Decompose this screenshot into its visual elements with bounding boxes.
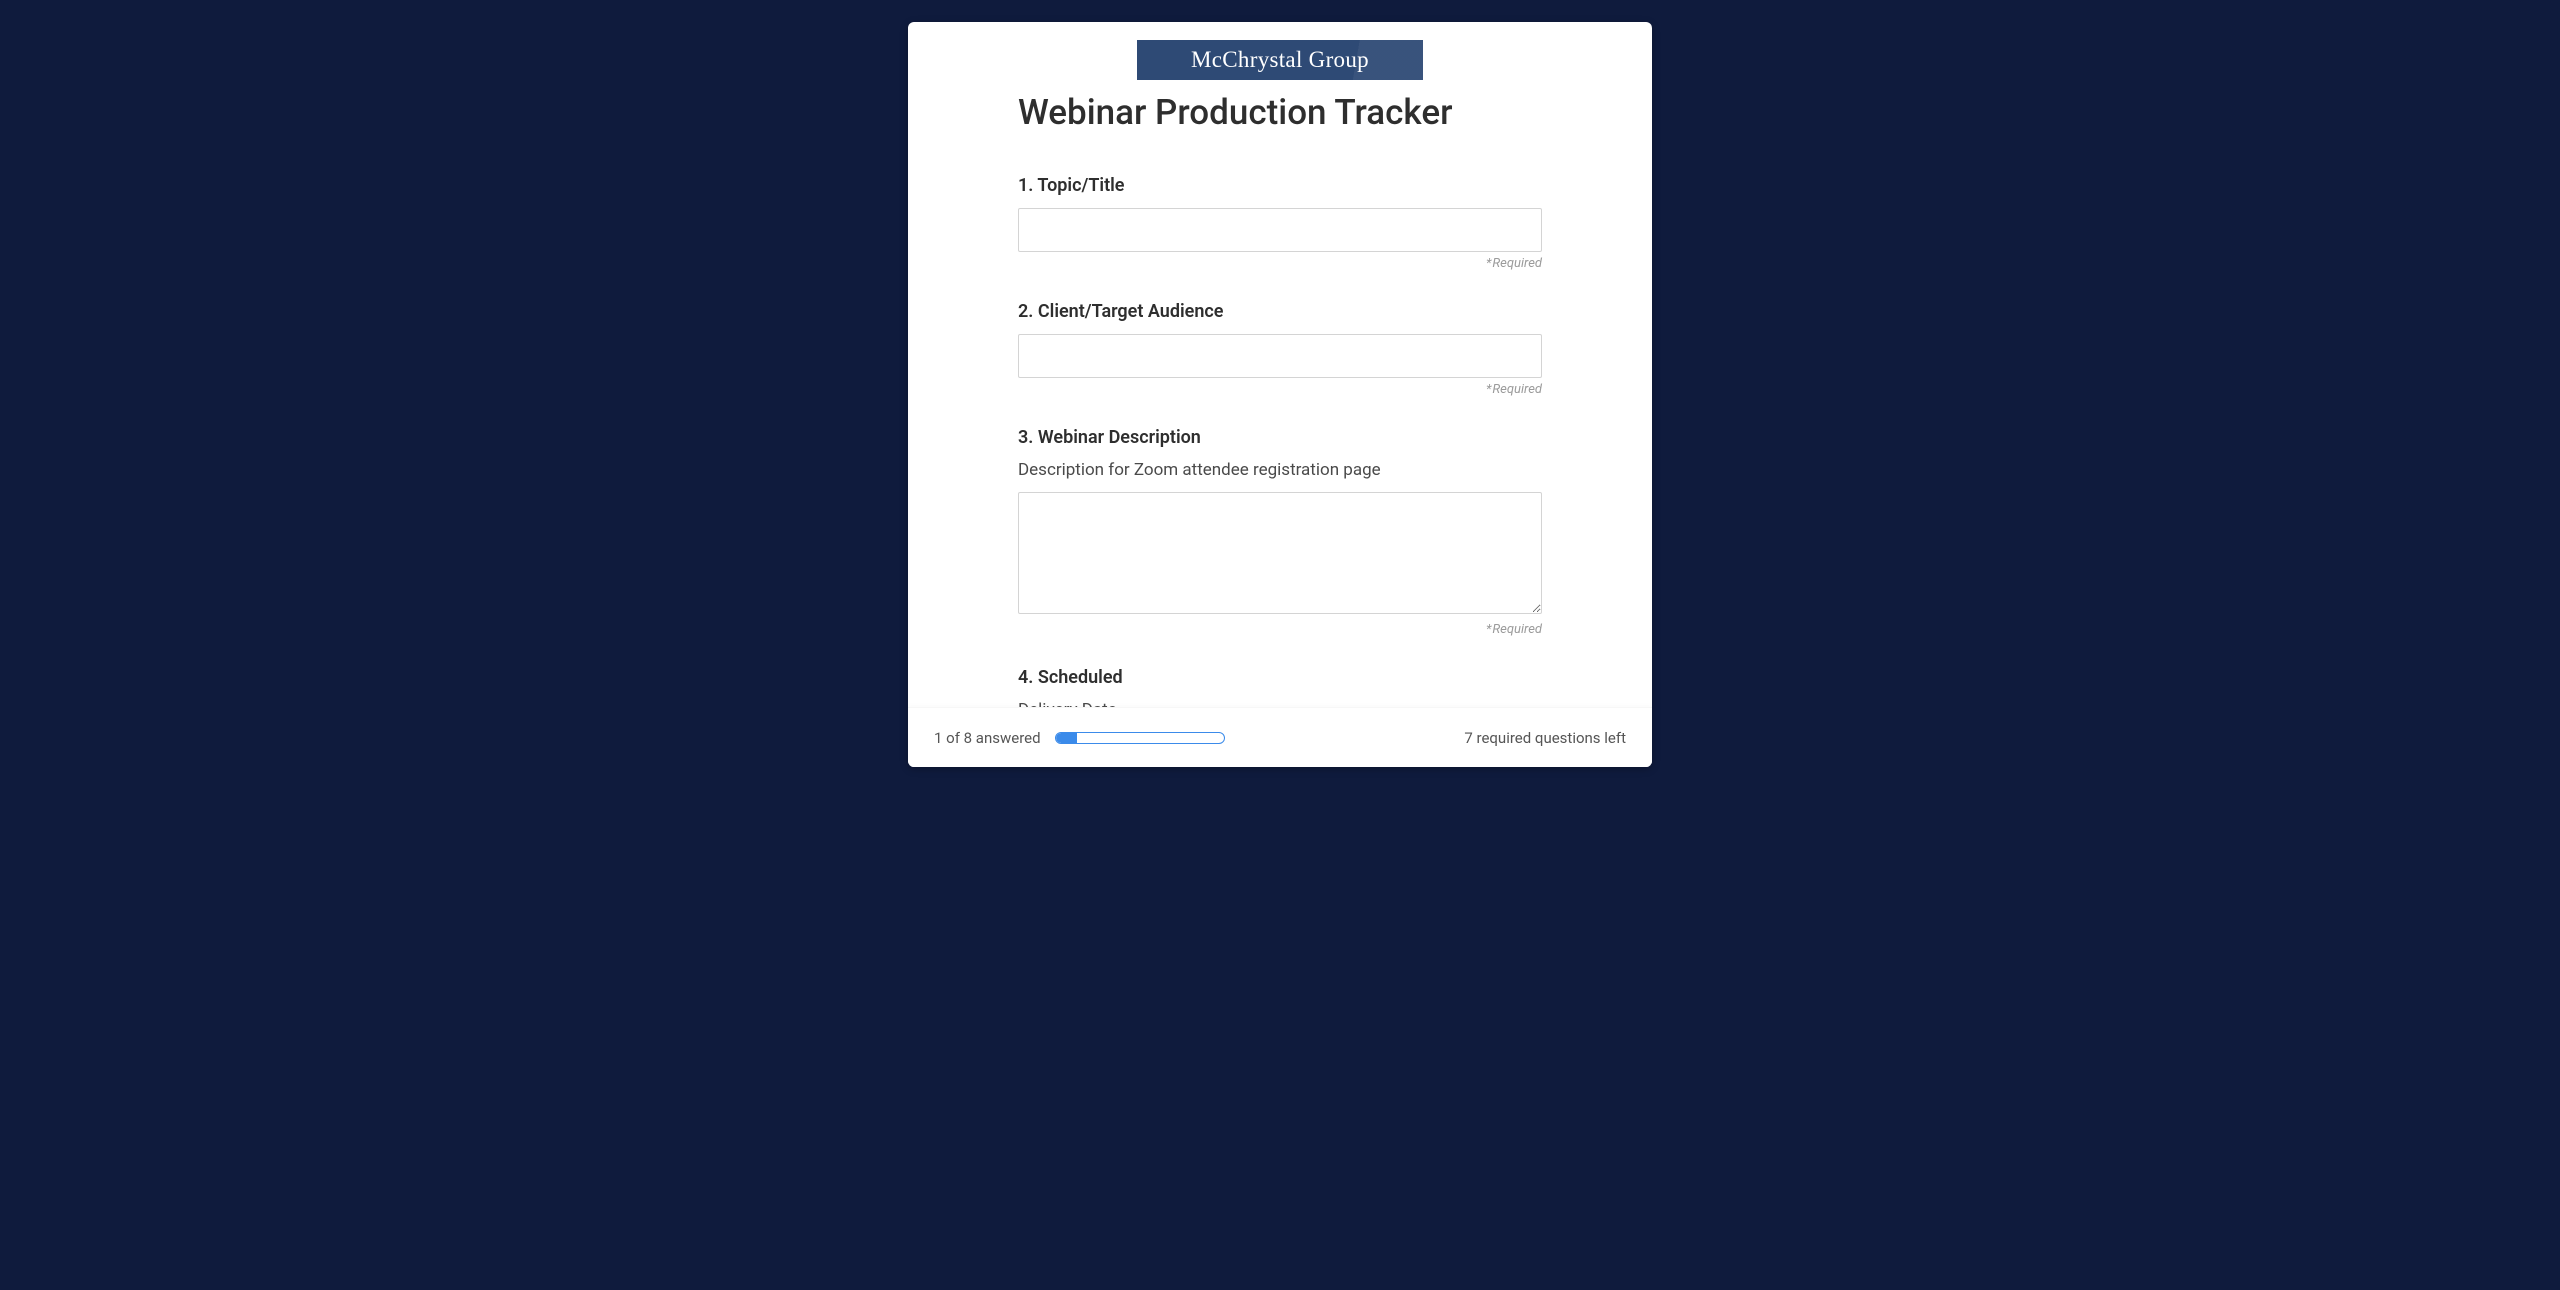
client-audience-input[interactable] bbox=[1018, 334, 1542, 378]
progress-fill bbox=[1056, 733, 1077, 743]
question-label: 1. Topic/Title bbox=[1018, 175, 1542, 196]
brand-logo: McChrystal Group bbox=[1137, 40, 1423, 80]
form-footer: 1 of 8 answered 7 required questions lef… bbox=[908, 707, 1652, 767]
required-note: Required bbox=[1018, 382, 1542, 397]
required-note: Required bbox=[1018, 622, 1542, 637]
question-webinar-description: 3. Webinar Description Description for Z… bbox=[1018, 427, 1542, 637]
question-label: 4. Scheduled bbox=[1018, 667, 1542, 688]
progress-bar bbox=[1055, 732, 1225, 744]
remaining-count: 7 required questions left bbox=[1464, 729, 1626, 747]
form-scroll-area[interactable]: McChrystal Group Webinar Production Trac… bbox=[908, 22, 1652, 707]
logo-wrap: McChrystal Group bbox=[908, 22, 1652, 80]
question-topic-title: 1. Topic/Title Required bbox=[1018, 175, 1542, 271]
topic-title-input[interactable] bbox=[1018, 208, 1542, 252]
question-scheduled: 4. Scheduled Delivery Date bbox=[1018, 667, 1542, 707]
question-label: 3. Webinar Description bbox=[1018, 427, 1542, 448]
form-title: Webinar Production Tracker bbox=[1018, 92, 1542, 133]
answered-count: 1 of 8 answered bbox=[934, 729, 1041, 747]
form-inner: Webinar Production Tracker 1. Topic/Titl… bbox=[908, 92, 1652, 707]
question-subtext: Description for Zoom attendee registrati… bbox=[1018, 460, 1542, 480]
footer-left: 1 of 8 answered bbox=[934, 729, 1225, 747]
webinar-description-input[interactable] bbox=[1018, 492, 1542, 614]
form-card: McChrystal Group Webinar Production Trac… bbox=[908, 22, 1652, 767]
question-label: 2. Client/Target Audience bbox=[1018, 301, 1542, 322]
question-subtext: Delivery Date bbox=[1018, 700, 1542, 707]
required-note: Required bbox=[1018, 256, 1542, 271]
question-client-audience: 2. Client/Target Audience Required bbox=[1018, 301, 1542, 397]
